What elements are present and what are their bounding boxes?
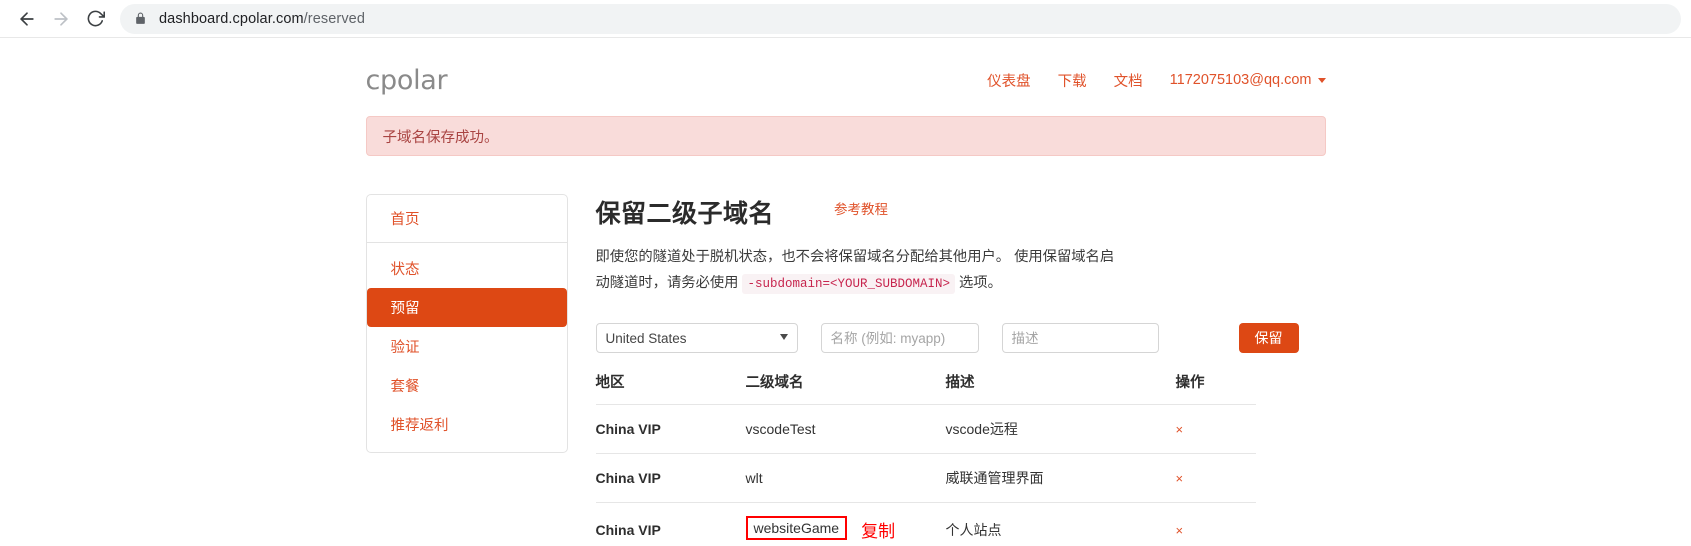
cell-region: China VIP [595,453,746,503]
sidebar-header: 首页 [366,195,567,243]
main-panel: 保留二级子域名 参考教程 即使您的隧道处于脱机状态，也不会将保留域名分配给其他用… [568,194,1326,546]
cell-description: 个人站点 [945,502,1176,546]
nav-item-docs[interactable]: 文档 [1114,70,1143,91]
lock-icon [134,12,147,25]
cell-region: China VIP [595,404,746,454]
cell-action: × [1175,404,1256,454]
page-body: cpolar 仪表盘 下载 文档 1172075103@qq.com 子域名保存… [0,38,1691,546]
cell-description: 威联通管理界面 [945,453,1176,503]
account-email: 1172075103@qq.com [1169,72,1312,88]
table-body: China VIP vscodeTest vscode远程 × China VI… [595,404,1256,546]
account-menu[interactable]: 1172075103@qq.com [1170,72,1326,88]
header-region: 地区 [595,375,625,391]
alert-message: 子域名保存成功。 [382,129,499,146]
sidebar: 首页 状态 预留 验证 套餐 推荐返利 [365,194,568,453]
delete-icon[interactable]: × [1176,523,1184,538]
annotation-copy-label: 复制 [861,522,896,541]
brand-logo[interactable]: cpolar [366,65,448,96]
region-select[interactable]: United States [595,323,798,353]
sidebar-item-plan[interactable]: 套餐 [367,366,567,405]
cell-action: × [1175,453,1256,503]
page-title: 保留二级子域名 [595,200,775,228]
cell-action: × [1175,502,1256,546]
header-description: 描述 [945,375,975,391]
table-row: China VIP vscodeTest vscode远程 × [595,404,1256,454]
table-row: China VIP websiteGame 复制 个人站点 × [595,502,1256,546]
back-arrow-icon[interactable] [10,2,44,36]
page-container: cpolar 仪表盘 下载 文档 1172075103@qq.com 子域名保存… [365,38,1326,546]
header-action: 操作 [1175,375,1205,391]
delete-icon[interactable]: × [1176,422,1184,437]
highlight-annotation-box: websiteGame [745,516,848,541]
reload-icon[interactable] [78,2,112,36]
cell-region: China VIP [595,502,746,546]
table-row: China VIP wlt 威联通管理界面 × [595,453,1256,503]
table-head: 地区 二级域名 描述 操作 [596,371,1256,405]
address-bar[interactable]: dashboard.cpolar.com/reserved [120,3,1681,34]
page-description: 即使您的隧道处于脱机状态，也不会将保留域名分配给其他用户。 使用保留域名启动隧道… [596,244,1126,297]
nav-item-dashboard[interactable]: 仪表盘 [987,70,1031,91]
region-select-wrapper: United States [595,323,798,353]
description-part-2: 选项。 [955,275,1002,291]
reserved-domains-table: 地区 二级域名 描述 操作 China VIP vscodeTest vscod… [595,371,1256,546]
subdomain-name-input[interactable] [820,323,979,353]
tutorial-link[interactable]: 参考教程 [834,198,888,218]
url-text: dashboard.cpolar.com/reserved [159,11,365,27]
sidebar-item-auth[interactable]: 验证 [367,327,567,366]
sidebar-item-reserved[interactable]: 预留 [366,288,567,327]
sidebar-item-home[interactable]: 首页 [391,212,420,228]
header-subdomain: 二级域名 [745,375,804,391]
delete-icon[interactable]: × [1176,471,1184,486]
sidebar-item-status[interactable]: 状态 [367,249,567,288]
content-area: 首页 状态 预留 验证 套餐 推荐返利 保留二级子域名 参考教程 即使您的隧道处… [365,194,1326,546]
chevron-down-icon [1317,77,1326,83]
sidebar-item-referral[interactable]: 推荐返利 [367,405,567,444]
cell-subdomain: vscodeTest [745,404,946,454]
url-domain: dashboard.cpolar.com [159,10,304,27]
reserve-button[interactable]: 保留 [1238,323,1299,353]
url-path: /reserved [303,10,366,27]
top-nav: 仪表盘 下载 文档 1172075103@qq.com [987,70,1326,91]
site-header: cpolar 仪表盘 下载 文档 1172075103@qq.com [366,38,1326,100]
cell-subdomain-highlighted: websiteGame 复制 [745,502,946,546]
forward-arrow-icon[interactable] [44,2,78,36]
browser-toolbar: dashboard.cpolar.com/reserved [0,0,1691,38]
table-header-row: 地区 二级域名 描述 操作 [596,371,1256,405]
success-alert: 子域名保存成功。 [365,116,1326,156]
sidebar-list: 状态 预留 验证 套餐 推荐返利 [366,243,567,444]
reserve-form: United States 保留 [595,323,1326,353]
cell-description: vscode远程 [945,404,1176,454]
cell-subdomain: wlt [745,453,946,503]
title-row: 保留二级子域名 参考教程 [596,194,1326,230]
subdomain-code-snippet: -subdomain=<YOUR_SUBDOMAIN> [742,274,955,294]
subdomain-desc-input[interactable] [1001,323,1159,353]
nav-item-download[interactable]: 下载 [1058,70,1087,91]
